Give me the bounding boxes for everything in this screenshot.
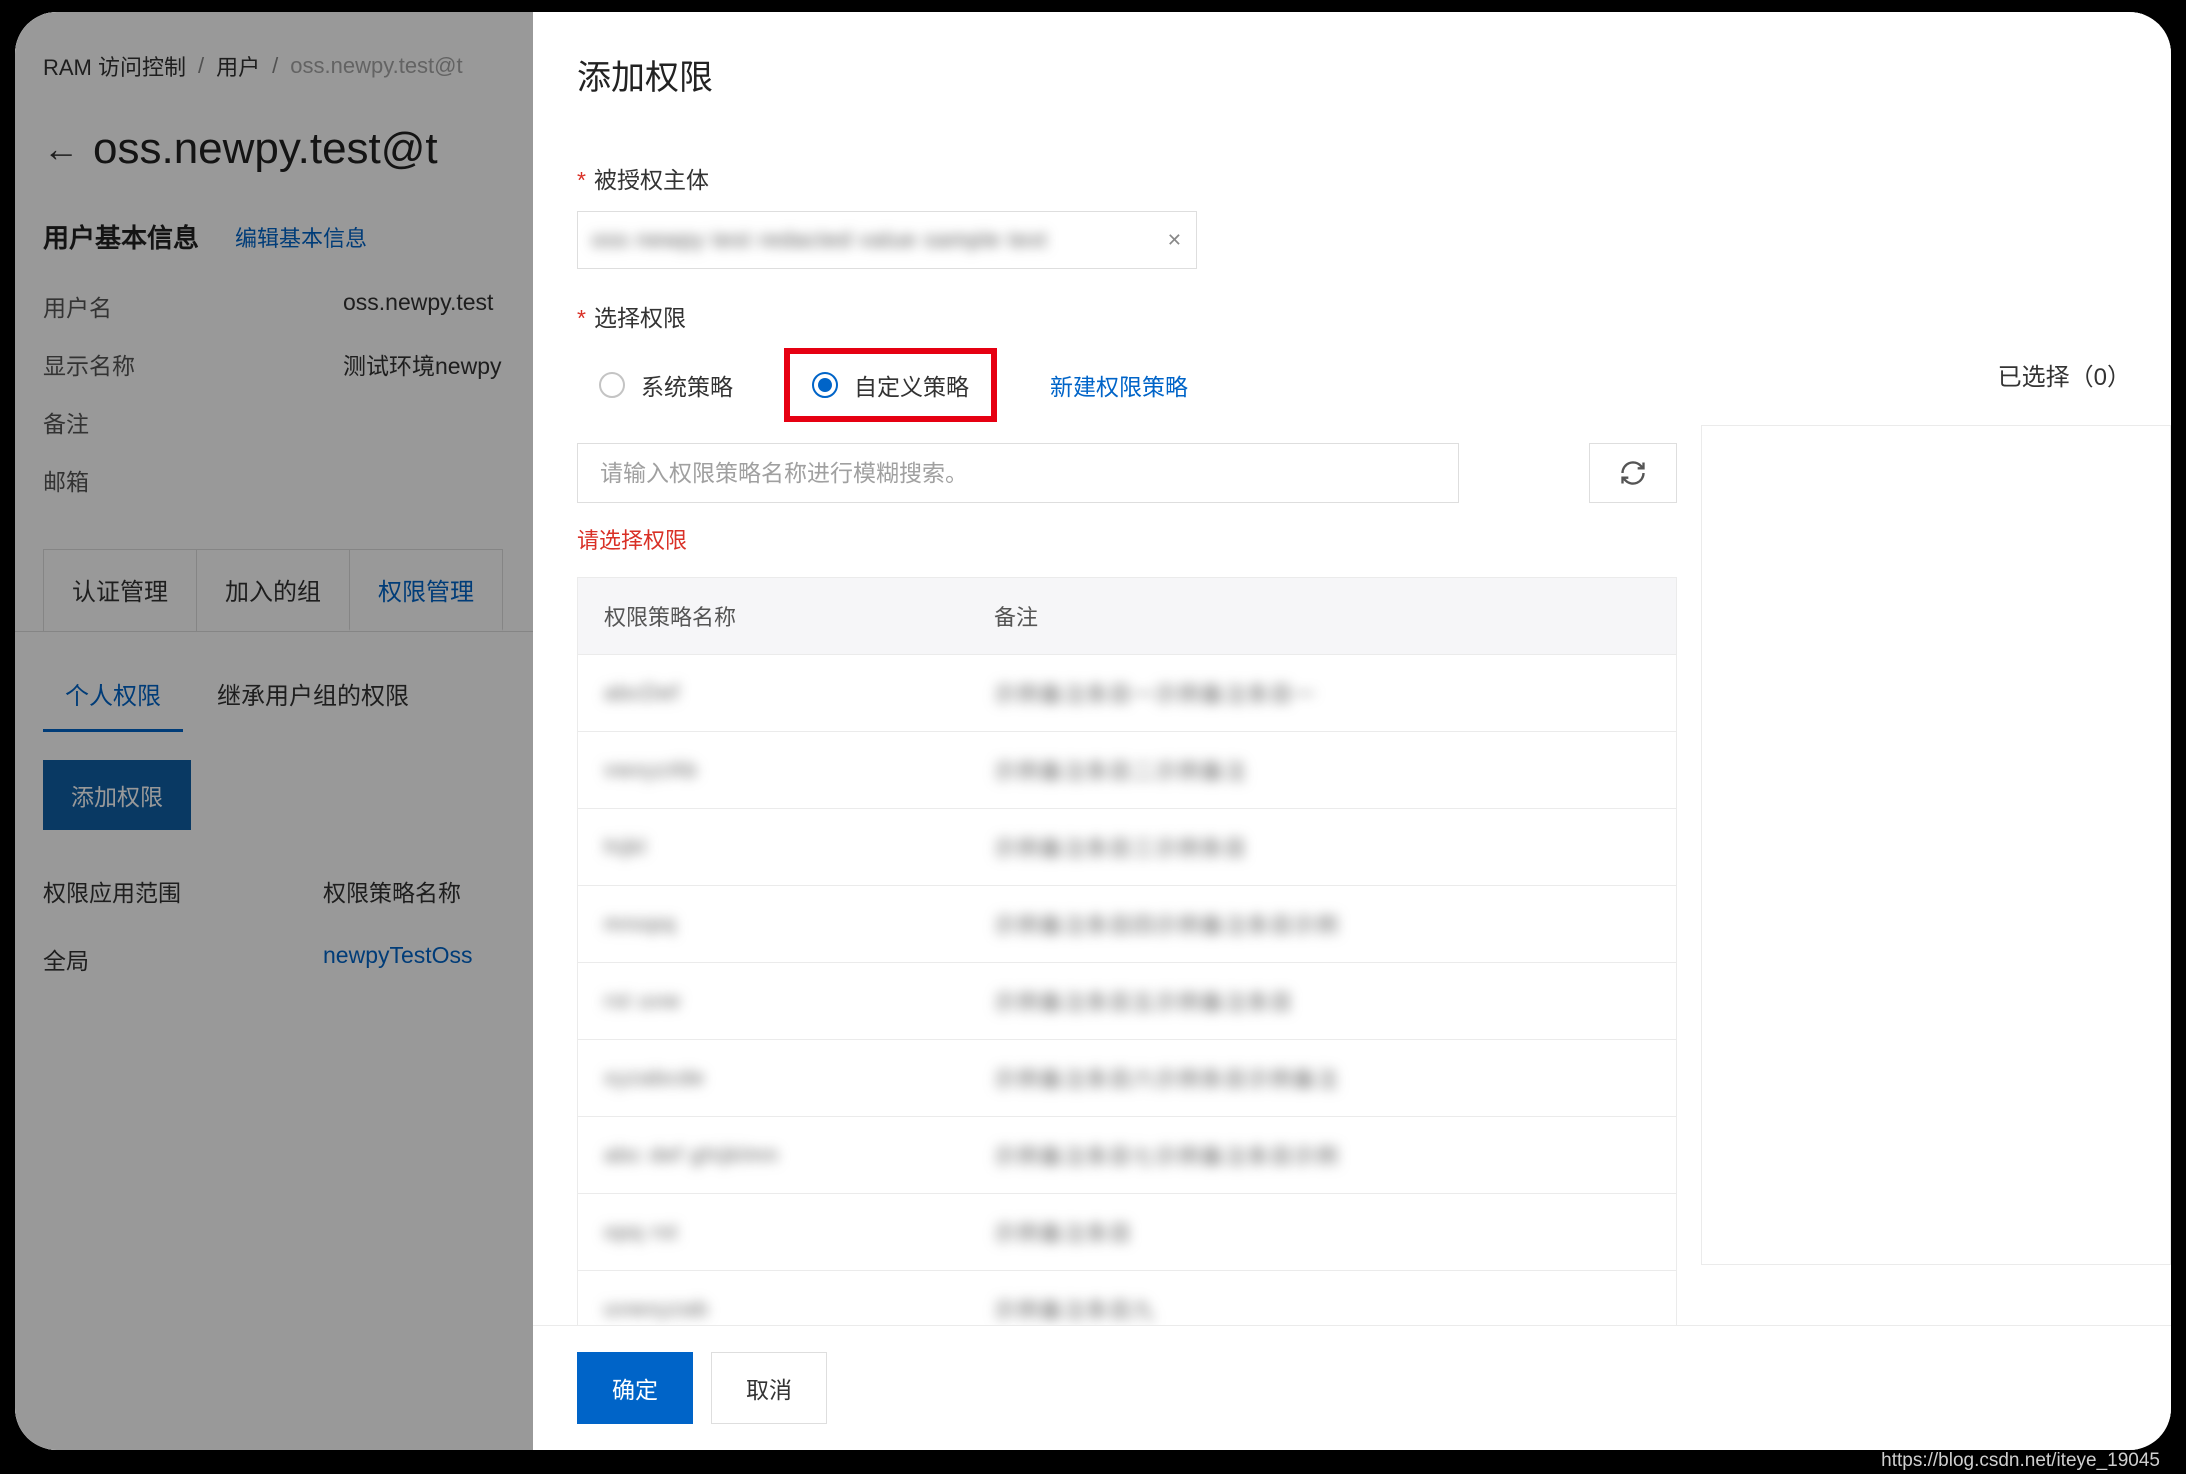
selected-count-title: 已选择（0） bbox=[1998, 357, 2131, 392]
policy-table-header: 权限策略名称 备注 bbox=[578, 578, 1676, 655]
radio-system-policy[interactable]: 系统策略 bbox=[577, 354, 755, 416]
radio-custom-policy[interactable]: 自定义策略 bbox=[785, 349, 996, 421]
policy-col-remark: 备注 bbox=[968, 578, 1676, 654]
required-asterisk: * bbox=[577, 305, 586, 331]
drawer-footer: 确定 取消 bbox=[533, 1325, 2171, 1450]
policy-row[interactable]: hijkl示例备注条目三示例条目 bbox=[578, 809, 1676, 886]
radio-circle-icon bbox=[812, 372, 838, 398]
refresh-button[interactable] bbox=[1589, 443, 1677, 503]
radio-system-label: 系统策略 bbox=[641, 368, 733, 402]
selected-policies-panel bbox=[1701, 421, 2171, 1265]
policy-col-name: 权限策略名称 bbox=[578, 578, 968, 654]
create-policy-link[interactable]: 新建权限策略 bbox=[1050, 368, 1188, 402]
required-asterisk: * bbox=[577, 167, 586, 193]
radio-custom-label: 自定义策略 bbox=[854, 368, 969, 402]
policy-table: 权限策略名称 备注 abcDef示例备注条目一示例备注条目一 vwxyzAb示例… bbox=[577, 577, 1677, 1325]
policy-row[interactable]: abcDef示例备注条目一示例备注条目一 bbox=[578, 655, 1676, 732]
principal-value: oss newpy test redacted value sample tex… bbox=[592, 227, 1155, 253]
refresh-icon bbox=[1619, 459, 1647, 487]
label-principal: *被授权主体 bbox=[577, 161, 2171, 195]
drawer-title: 添加权限 bbox=[577, 50, 2127, 99]
clear-principal-icon[interactable]: ✕ bbox=[1155, 230, 1182, 251]
radio-circle-icon bbox=[599, 372, 625, 398]
policy-row[interactable]: abc def ghijklmn示例备注条目七示例备注条目示例 bbox=[578, 1117, 1676, 1194]
policy-row[interactable]: uvwxyzab示例备注条目九 bbox=[578, 1271, 1676, 1325]
selected-policies-box bbox=[1701, 425, 2171, 1265]
policy-row[interactable]: vwxyzAb示例备注条目二示例备注 bbox=[578, 732, 1676, 809]
cancel-button[interactable]: 取消 bbox=[711, 1352, 827, 1424]
policy-row[interactable]: rst uvw示例备注条目五示例备注条目 bbox=[578, 963, 1676, 1040]
principal-input[interactable]: oss newpy test redacted value sample tex… bbox=[577, 211, 1197, 269]
policy-search-input[interactable] bbox=[577, 443, 1459, 503]
add-permission-drawer: 添加权限 *被授权主体 oss newpy test redacted valu… bbox=[533, 12, 2171, 1450]
policy-row[interactable]: xyzabcde示例备注条目六示例条目示例备注 bbox=[578, 1040, 1676, 1117]
label-select-permission: *选择权限 bbox=[577, 299, 2171, 333]
policy-row[interactable]: mnopq示例备注条目四示例备注条目示例 bbox=[578, 886, 1676, 963]
validation-warning: 请选择权限 bbox=[577, 523, 1677, 555]
watermark-text: https://blog.csdn.net/iteye_19045 bbox=[1881, 1450, 2160, 1472]
policy-row[interactable]: opq rst示例备注条目 bbox=[578, 1194, 1676, 1271]
confirm-button[interactable]: 确定 bbox=[577, 1352, 693, 1424]
